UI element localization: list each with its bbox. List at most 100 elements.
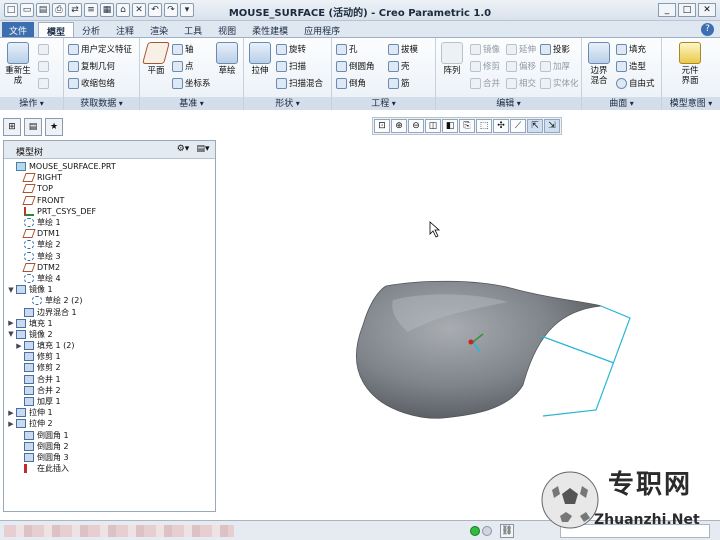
group-label-surfaces[interactable]: 曲面 bbox=[582, 97, 661, 110]
group-label-editing[interactable]: 编辑 bbox=[436, 97, 581, 110]
expand-toggle-icon[interactable]: ▶ bbox=[14, 342, 24, 350]
boundary-blend-button[interactable]: 边界混合 bbox=[585, 42, 613, 86]
filter-icon[interactable]: ⛓ bbox=[500, 524, 514, 538]
tree-node[interactable]: 草绘 3 bbox=[4, 251, 215, 262]
tree-node[interactable]: 草绘 2 bbox=[4, 239, 215, 250]
trim-button[interactable]: 修剪 bbox=[470, 59, 500, 73]
copy-geometry-button[interactable]: 复制几何 bbox=[68, 59, 115, 73]
tab-annotate[interactable]: 注释 bbox=[108, 22, 142, 37]
regenerate-button[interactable]: 重新生成 bbox=[3, 42, 33, 86]
hole-button[interactable]: 孔 bbox=[336, 42, 358, 56]
tree-node[interactable]: ▶ 填充 1 (2) bbox=[4, 340, 215, 351]
plane-button[interactable]: 平面 bbox=[142, 42, 170, 76]
tree-node[interactable]: ▶ 填充 1 bbox=[4, 318, 215, 329]
group-label-datum[interactable]: 基准 bbox=[140, 97, 243, 110]
paste-button[interactable] bbox=[38, 59, 49, 73]
tree-node[interactable]: 倒圆角 2 bbox=[4, 441, 215, 452]
tab-file[interactable]: 文件 bbox=[2, 22, 35, 37]
point-button[interactable]: 点 bbox=[172, 59, 194, 73]
freestyle-button[interactable]: 自由式 bbox=[616, 76, 655, 90]
favorites-tab-icon[interactable]: ★ bbox=[45, 118, 63, 136]
group-label-get-data[interactable]: 获取数据 bbox=[64, 97, 139, 110]
tree-node[interactable]: 修剪 2 bbox=[4, 362, 215, 373]
tree-node[interactable]: ▶ 拉伸 2 bbox=[4, 418, 215, 429]
round-button[interactable]: 倒圆角 bbox=[336, 59, 375, 73]
extend-button[interactable]: 延伸 bbox=[506, 42, 536, 56]
tree-node[interactable]: 合并 1 bbox=[4, 374, 215, 385]
tree-node[interactable]: PRT_CSYS_DEF bbox=[4, 206, 215, 217]
graphics-window[interactable] bbox=[218, 110, 720, 520]
tree-node[interactable]: TOP bbox=[4, 183, 215, 194]
tab-render[interactable]: 渲染 bbox=[142, 22, 176, 37]
shrinkwrap-button[interactable]: 收缩包络 bbox=[68, 76, 115, 90]
revolve-button[interactable]: 旋转 bbox=[276, 42, 306, 56]
sweep-button[interactable]: 扫描 bbox=[276, 59, 306, 73]
boundary-edge-inner[interactable] bbox=[540, 335, 615, 364]
tree-node[interactable]: 边界混合 1 bbox=[4, 306, 215, 317]
tab-applications[interactable]: 应用程序 bbox=[296, 22, 348, 37]
tree-node[interactable]: DTM2 bbox=[4, 262, 215, 273]
solidify-button[interactable]: 实体化 bbox=[540, 76, 579, 90]
style-button[interactable]: 造型 bbox=[616, 59, 646, 73]
tree-node[interactable]: 修剪 1 bbox=[4, 351, 215, 362]
tab-model[interactable]: 模型 bbox=[38, 22, 75, 38]
group-label-model-intent[interactable]: 模型意图 bbox=[662, 97, 720, 110]
tab-view[interactable]: 视图 bbox=[210, 22, 244, 37]
component-interface-button[interactable]: 元件界面 bbox=[670, 42, 710, 86]
tab-analysis[interactable]: 分析 bbox=[74, 22, 108, 37]
close-button[interactable]: ✕ bbox=[698, 3, 716, 17]
offset-button[interactable]: 偏移 bbox=[506, 59, 536, 73]
tree-columns-icon[interactable]: ▤▾ bbox=[195, 143, 211, 156]
tree-node[interactable]: ▶ 拉伸 1 bbox=[4, 407, 215, 418]
thicken-button[interactable]: 加厚 bbox=[540, 59, 570, 73]
tree-node[interactable]: 倒圆角 3 bbox=[4, 452, 215, 463]
mirror-button[interactable]: 镜像 bbox=[470, 42, 500, 56]
tree-node[interactable]: 草绘 2 (2) bbox=[4, 295, 215, 306]
tree-node[interactable]: DTM1 bbox=[4, 228, 215, 239]
help-icon[interactable]: ? bbox=[701, 23, 714, 36]
tab-tools[interactable]: 工具 bbox=[176, 22, 210, 37]
expand-toggle-icon[interactable]: ▼ bbox=[6, 330, 16, 338]
swept-blend-button[interactable]: 扫描混合 bbox=[276, 76, 323, 90]
expand-toggle-icon[interactable]: ▶ bbox=[6, 420, 16, 428]
fill-button[interactable]: 填充 bbox=[616, 42, 646, 56]
draft-button[interactable]: 拔模 bbox=[388, 42, 418, 56]
group-label-engineering[interactable]: 工程 bbox=[332, 97, 435, 110]
group-label-operations[interactable]: 操作 bbox=[0, 97, 63, 110]
tree-node[interactable]: 草绘 1 bbox=[4, 217, 215, 228]
tree-node[interactable]: MOUSE_SURFACE.PRT bbox=[4, 161, 215, 172]
expand-toggle-icon[interactable]: ▶ bbox=[6, 319, 16, 327]
chamfer-button[interactable]: 倒角 bbox=[336, 76, 366, 90]
tree-settings-icon[interactable]: ⚙▾ bbox=[175, 143, 191, 156]
axis-button[interactable]: 轴 bbox=[172, 42, 194, 56]
tree-node[interactable]: 草绘 4 bbox=[4, 273, 215, 284]
tab-flexible-modeling[interactable]: 柔性建模 bbox=[244, 22, 296, 37]
expand-toggle-icon[interactable]: ▶ bbox=[6, 409, 16, 417]
model-tree-tab-icon[interactable]: ⊞ bbox=[3, 118, 21, 136]
project-button[interactable]: 投影 bbox=[540, 42, 570, 56]
maximize-button[interactable]: □ bbox=[678, 3, 696, 17]
merge-button[interactable]: 合并 bbox=[470, 76, 500, 90]
tree-node[interactable]: FRONT bbox=[4, 195, 215, 206]
sketch-button[interactable]: 草绘 bbox=[214, 42, 240, 76]
extrude-button[interactable]: 拉伸 bbox=[247, 42, 273, 76]
tree-node[interactable]: RIGHT bbox=[4, 172, 215, 183]
minimize-button[interactable]: _ bbox=[658, 3, 676, 17]
rib-button[interactable]: 筋 bbox=[388, 76, 410, 90]
tree-node[interactable]: 在此插入 bbox=[4, 463, 215, 474]
group-label-shapes[interactable]: 形状 bbox=[244, 97, 331, 110]
tree-node[interactable]: 合并 2 bbox=[4, 385, 215, 396]
shell-button[interactable]: 壳 bbox=[388, 59, 410, 73]
intersect-button[interactable]: 相交 bbox=[506, 76, 536, 90]
tree-node[interactable]: ▼ 镜像 1 bbox=[4, 284, 215, 295]
tree-node[interactable]: ▼ 镜像 2 bbox=[4, 329, 215, 340]
folder-browser-tab-icon[interactable]: ▤ bbox=[24, 118, 42, 136]
tree-node[interactable]: 加厚 1 bbox=[4, 396, 215, 407]
copy-button[interactable] bbox=[38, 42, 49, 56]
csys-button[interactable]: 坐标系 bbox=[172, 76, 211, 90]
delete-button[interactable] bbox=[38, 76, 49, 90]
udf-button[interactable]: 用户定义特征 bbox=[68, 42, 132, 56]
pattern-button[interactable]: 阵列 bbox=[439, 42, 465, 76]
tree-node[interactable]: 倒圆角 1 bbox=[4, 430, 215, 441]
expand-toggle-icon[interactable]: ▼ bbox=[6, 286, 16, 294]
